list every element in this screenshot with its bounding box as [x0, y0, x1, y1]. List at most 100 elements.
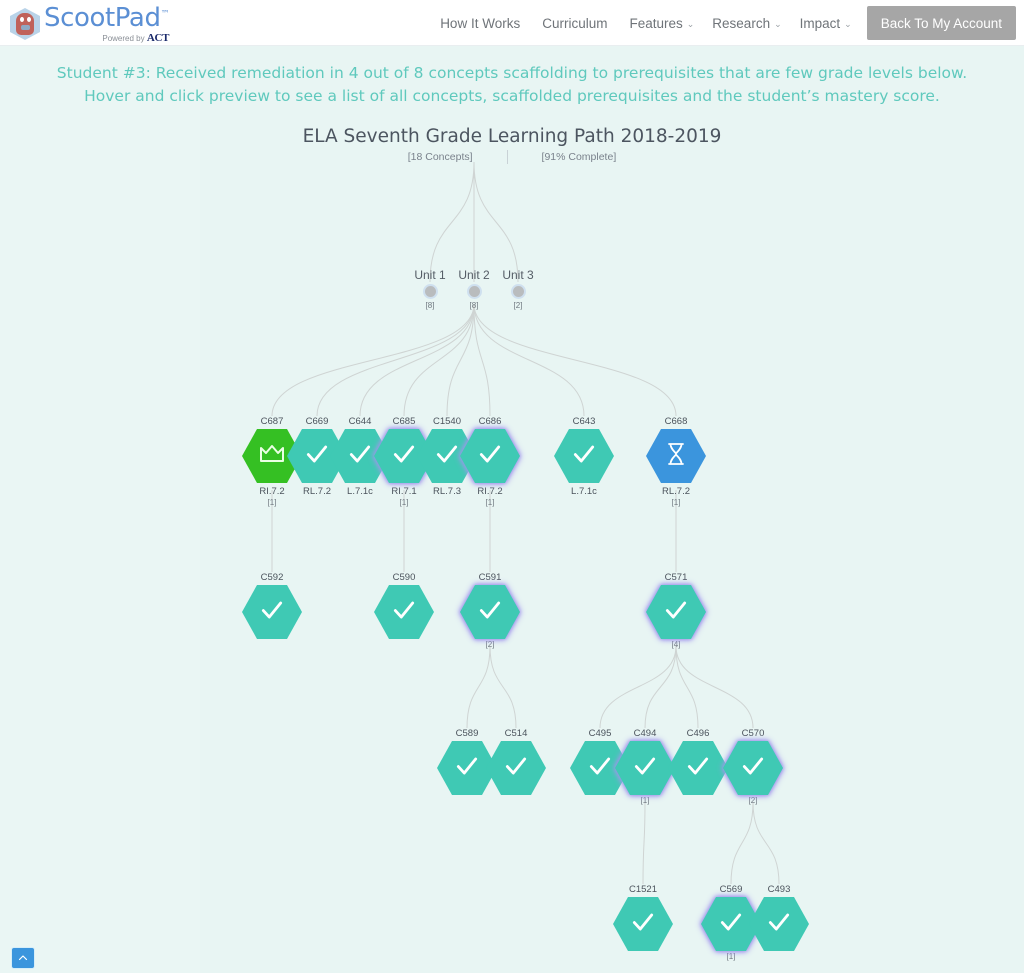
hex-shape: [554, 429, 614, 483]
hex-shape: [374, 585, 434, 639]
check-icon: [663, 597, 689, 628]
check-icon: [718, 909, 744, 940]
concept-hexagon[interactable]: [554, 429, 614, 483]
connector-root-to-unit-1: [429, 161, 475, 283]
logo-trademark: ™: [160, 8, 170, 19]
chevron-down-icon: ⌄: [686, 18, 695, 29]
nav-item-impact[interactable]: Impact ⌄: [791, 0, 861, 46]
chevron-up-icon: [18, 955, 28, 961]
chevron-down-icon: ⌄: [774, 18, 782, 29]
unit-dot-icon: [466, 284, 482, 299]
connector-unit-2-to-C668: [473, 303, 677, 417]
unit-count: [2]: [513, 301, 523, 310]
connector-unit-2-to-C644: [359, 303, 475, 417]
site-header: ScootPad™ Powered by ACT How It Works Cu…: [0, 0, 1024, 46]
connector-unit-2-to-C686: [473, 303, 491, 417]
concept-node-C493[interactable]: C493: [746, 884, 812, 951]
back-to-my-account-button[interactable]: Back To My Account: [866, 6, 1016, 40]
connector-unit-2-to-C1540: [446, 303, 475, 417]
connector-C571-to-C496: [675, 645, 699, 729]
check-icon: [630, 909, 656, 940]
concept-hexagon[interactable]: [668, 741, 728, 795]
main-navigation: How It Works Curriculum Features ⌄ Resea…: [431, 0, 1024, 46]
concept-id: C668: [664, 416, 688, 427]
act-brand: ACT: [146, 31, 170, 44]
logo-wordmark: ScootPad™: [44, 2, 170, 33]
concept-prereq-count: [1]: [485, 498, 495, 507]
learning-path-tree: ELA Seventh Grade Learning Path 2018-201…: [0, 46, 1024, 973]
concept-id: C571: [664, 572, 688, 583]
concept-prereq-count: [2]: [485, 640, 495, 649]
unit-label: Unit 3: [502, 268, 534, 282]
nav-item-how-it-works[interactable]: How It Works: [431, 0, 533, 46]
crown-icon: [259, 444, 285, 469]
hex-shape: [242, 585, 302, 639]
unit-node-unit-3[interactable]: Unit 3 [2]: [488, 268, 548, 310]
check-icon: [685, 753, 711, 784]
concept-hexagon[interactable]: [646, 585, 706, 639]
connector-C494-to-C1521: [642, 801, 646, 885]
concept-node-C643[interactable]: C643 L.7.1c: [551, 416, 617, 497]
concept-id: C493: [767, 884, 791, 895]
concept-id: C592: [260, 572, 284, 583]
concept-id: C686: [478, 416, 502, 427]
concept-node-C514[interactable]: C514: [483, 728, 549, 795]
connector-root-to-unit-3: [473, 161, 519, 283]
page-body: Student #3: Received remediation in 4 ou…: [0, 46, 1024, 973]
nav-item-curriculum[interactable]: Curriculum: [533, 0, 620, 46]
concept-prereq-count: [1]: [671, 498, 681, 507]
concept-id: C514: [504, 728, 528, 739]
percent-complete: [91% Complete]: [541, 151, 617, 163]
hex-shape: [668, 741, 728, 795]
concept-node-C592[interactable]: C592: [239, 572, 305, 639]
concept-id: C570: [741, 728, 765, 739]
concept-hexagon[interactable]: [374, 585, 434, 639]
concepts-count: [18 Concepts]: [407, 151, 473, 163]
scootpad-logo[interactable]: ScootPad™ Powered by ACT: [10, 2, 170, 44]
hex-shape: [613, 897, 673, 951]
check-icon: [477, 597, 503, 628]
scroll-to-top-button[interactable]: [11, 947, 35, 969]
concept-node-C591[interactable]: C591 [2]: [457, 572, 523, 649]
hourglass-icon: [666, 442, 686, 471]
concept-hexagon[interactable]: [723, 741, 783, 795]
check-icon: [766, 909, 792, 940]
connector-C570-to-C493: [752, 801, 780, 885]
concept-hexagon[interactable]: [486, 741, 546, 795]
concept-id: C590: [392, 572, 416, 583]
concept-node-C570[interactable]: C570 [2]: [720, 728, 786, 805]
concept-standard: RL.7.2: [662, 486, 690, 497]
hex-shape: [646, 585, 706, 639]
concept-hexagon[interactable]: [242, 585, 302, 639]
concept-hexagon[interactable]: [613, 897, 673, 951]
hex-shape: [723, 741, 783, 795]
concept-node-C686[interactable]: C686 RI.7.2 [1]: [457, 416, 523, 507]
nav-label: How It Works: [440, 15, 521, 31]
chart-meta: [18 Concepts] [91% Complete]: [0, 150, 1024, 164]
concept-node-C571[interactable]: C571 [4]: [643, 572, 709, 649]
concept-node-C590[interactable]: C590: [371, 572, 437, 639]
concept-node-C1521[interactable]: C1521: [610, 884, 676, 951]
concept-node-C668[interactable]: C668 RL.7.2 [1]: [643, 416, 709, 507]
concept-hexagon[interactable]: [749, 897, 809, 951]
concept-hexagon[interactable]: [646, 429, 706, 483]
check-icon: [571, 441, 597, 472]
logo-word-text: ScootPad: [44, 2, 161, 33]
nav-label: Features: [629, 15, 683, 31]
concept-hexagon[interactable]: [460, 585, 520, 639]
concept-id: C1521: [629, 884, 657, 895]
concept-prereq-count: [1]: [399, 498, 409, 507]
nav-item-research[interactable]: Research ⌄: [703, 0, 790, 46]
check-icon: [391, 597, 417, 628]
nav-item-features[interactable]: Features ⌄: [620, 0, 703, 46]
concept-standard: L.7.1c: [571, 486, 597, 497]
connector-C591-to-C589: [466, 645, 491, 729]
concept-hexagon[interactable]: [460, 429, 520, 483]
concept-prereq-count: [1]: [267, 498, 277, 507]
tree-connector-lines: [271, 161, 780, 885]
concept-standard: RI.7.2: [477, 486, 503, 497]
check-icon: [740, 753, 766, 784]
concept-prereq-count: [4]: [671, 640, 681, 649]
check-icon: [454, 753, 480, 784]
connector-C570-to-C569: [730, 801, 754, 885]
